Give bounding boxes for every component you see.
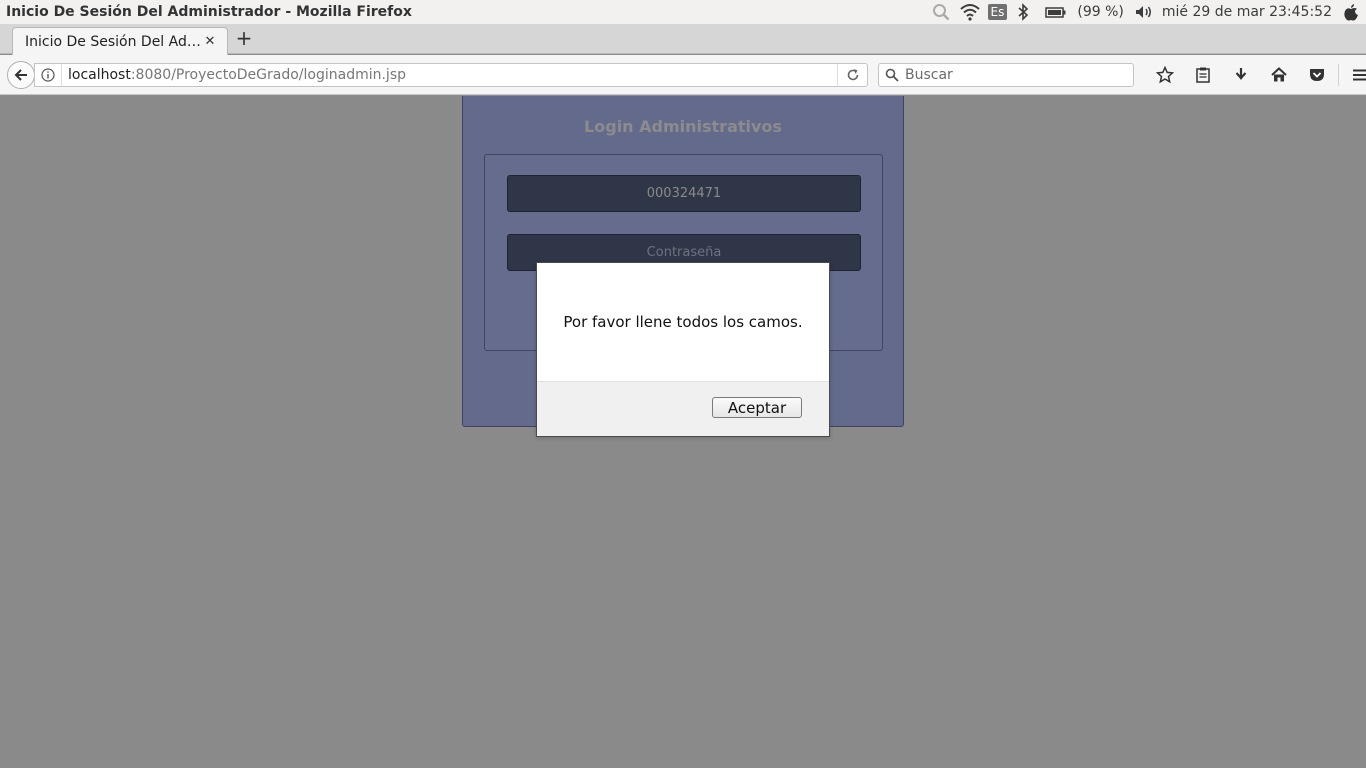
wifi-icon[interactable]: [959, 3, 980, 21]
system-title-bar: Inicio De Sesión Del Administrador - Moz…: [0, 0, 1366, 24]
keyboard-layout-indicator[interactable]: Es: [987, 4, 1008, 20]
username-input[interactable]: [508, 176, 860, 211]
tab-bar: Inicio De Sesión Del Ad… ✕ +: [0, 24, 1366, 55]
magnifier-icon: [885, 68, 899, 82]
username-field[interactable]: [507, 175, 861, 212]
search-input[interactable]: [899, 67, 1119, 83]
url-path: :8080/ProyectoDeGrado/loginadmin.jsp: [130, 67, 407, 83]
search-icon[interactable]: [932, 3, 950, 21]
login-title: Login Administrativos: [584, 117, 782, 136]
home-button[interactable]: [1260, 55, 1298, 95]
clock[interactable]: mié 29 de mar 23:45:52: [1162, 4, 1332, 20]
dialog-message: Por favor llene todos los camos.: [563, 313, 803, 331]
reload-button[interactable]: [837, 64, 867, 86]
toolbar-separator: [1338, 64, 1339, 86]
tab-active[interactable]: Inicio De Sesión Del Ad… ✕: [12, 27, 228, 55]
menu-button[interactable]: [1341, 55, 1366, 95]
downloads-button[interactable]: [1222, 55, 1260, 95]
url-text[interactable]: localhost:8080/ProyectoDeGrado/loginadmi…: [61, 64, 837, 86]
home-icon: [1271, 67, 1287, 82]
star-icon: [1156, 66, 1174, 84]
hamburger-menu-icon: [1353, 69, 1366, 81]
search-bar[interactable]: [878, 63, 1134, 87]
download-arrow-icon: [1235, 68, 1247, 80]
pocket-icon: [1310, 69, 1324, 81]
back-arrow-icon: [14, 69, 27, 81]
alert-dialog: Por favor llene todos los camos. Aceptar: [536, 262, 830, 437]
url-bar[interactable]: localhost:8080/ProyectoDeGrado/loginadmi…: [34, 63, 868, 87]
battery-icon[interactable]: [1045, 3, 1067, 21]
volume-icon[interactable]: [1134, 3, 1152, 21]
toolbar-icons: [1146, 55, 1366, 95]
apple-icon[interactable]: [1342, 3, 1360, 21]
reload-icon: [847, 69, 858, 81]
window-title: Inicio De Sesión Del Administrador - Moz…: [6, 4, 412, 20]
bluetooth-icon[interactable]: [1017, 3, 1035, 21]
new-tab-button[interactable]: +: [234, 28, 254, 49]
accept-button[interactable]: Aceptar: [712, 397, 802, 418]
clipboard-icon: [1196, 67, 1210, 83]
close-icon[interactable]: ✕: [203, 34, 217, 49]
tab-label: Inicio De Sesión Del Ad…: [25, 33, 201, 50]
back-button[interactable]: [7, 61, 35, 89]
info-icon[interactable]: [35, 68, 61, 82]
dialog-footer: Aceptar: [537, 381, 829, 436]
bookmark-star-button[interactable]: [1146, 55, 1184, 95]
reading-list-button[interactable]: [1184, 55, 1222, 95]
url-host: localhost: [68, 67, 131, 83]
system-tray: Es (99 %) mié 29 de mar 23:45:52: [932, 3, 1366, 21]
battery-percentage: (99 %): [1077, 4, 1124, 20]
pocket-button[interactable]: [1298, 55, 1336, 95]
